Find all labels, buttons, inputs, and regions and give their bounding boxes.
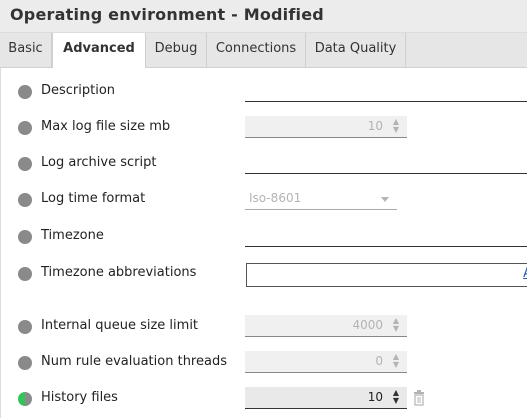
window-title: Operating environment - Modified <box>10 5 324 24</box>
timezone-label: Timezone <box>41 228 104 243</box>
log-time-format-label: Log time format <box>41 191 146 206</box>
trash-icon[interactable] <box>413 390 425 406</box>
tab-debug[interactable]: Debug <box>146 33 207 67</box>
status-indicator-icon <box>18 85 32 99</box>
description-label: Description <box>41 83 116 98</box>
internal-queue-size-limit-label: Internal queue size limit <box>41 318 199 333</box>
advanced-settings-panel: Description Max log file size mb 10 ▲ ▼ L… <box>0 68 527 418</box>
tab-connections[interactable]: Connections <box>207 33 306 67</box>
num-rule-evaluation-threads-label: Num rule evaluation threads <box>41 354 227 369</box>
row-max-log-file-size: Max log file size mb 10 ▲ ▼ <box>1 114 527 142</box>
status-indicator-icon <box>18 121 32 135</box>
row-num-rule-evaluation-threads: Num rule evaluation threads 0 ▲ ▼ <box>1 349 527 377</box>
row-history-files: History files 10 ▲ ▼ <box>1 385 527 413</box>
tab-basic[interactable]: Basic <box>0 33 52 67</box>
max-log-file-size-label: Max log file size mb <box>41 119 171 134</box>
log-time-format-select[interactable]: Iso-8601 <box>245 188 397 210</box>
status-indicator-icon <box>18 356 32 370</box>
internal-queue-size-limit-value: 4000 <box>352 318 383 332</box>
row-timezone: Timezone <box>1 223 527 251</box>
timezone-abbreviations-label: Timezone abbreviations <box>41 265 197 280</box>
spinner-arrows-icon[interactable]: ▲ ▼ <box>391 118 401 134</box>
spinner-arrows-icon[interactable]: ▲ ▼ <box>391 317 401 333</box>
spinner-arrows-icon[interactable]: ▲ ▼ <box>391 353 401 369</box>
status-indicator-icon <box>18 157 32 171</box>
timezone-abbreviations-input[interactable]: A <box>246 263 527 287</box>
max-log-file-size-input[interactable]: 10 ▲ ▼ <box>245 116 407 138</box>
internal-queue-size-limit-input[interactable]: 4000 ▲ ▼ <box>245 315 407 337</box>
chevron-down-icon <box>381 197 389 202</box>
max-log-file-size-value: 10 <box>367 119 383 133</box>
tab-data-quality[interactable]: Data Quality <box>306 33 406 67</box>
timezone-abbreviations-link[interactable]: A <box>523 266 527 281</box>
tab-bar: Basic Advanced Debug Connections Data Qu… <box>0 33 527 68</box>
history-files-value: 10 <box>367 390 383 404</box>
row-internal-queue-size-limit: Internal queue size limit 4000 ▲ ▼ <box>1 313 527 341</box>
history-files-label: History files <box>41 390 118 405</box>
history-files-input[interactable]: 10 ▲ ▼ <box>245 387 424 409</box>
title-bar: Operating environment - Modified <box>0 0 527 33</box>
spinner-arrows-icon[interactable]: ▲ ▼ <box>391 389 401 405</box>
row-timezone-abbreviations: Timezone abbreviations A <box>1 260 527 288</box>
row-log-archive-script: Log archive script <box>1 150 527 178</box>
modified-indicator-icon <box>18 392 32 406</box>
timezone-input[interactable] <box>245 225 527 247</box>
status-indicator-icon <box>18 267 32 281</box>
description-input[interactable] <box>245 80 527 102</box>
tab-advanced[interactable]: Advanced <box>52 33 146 68</box>
row-log-time-format: Log time format Iso-8601 <box>1 186 527 214</box>
log-archive-script-input[interactable] <box>245 152 527 174</box>
log-archive-script-label: Log archive script <box>41 155 157 170</box>
status-indicator-icon <box>18 193 32 207</box>
num-rule-evaluation-threads-input[interactable]: 0 ▲ ▼ <box>245 351 407 373</box>
num-rule-evaluation-threads-value: 0 <box>375 354 383 368</box>
log-time-format-value: Iso-8601 <box>249 191 302 205</box>
status-indicator-icon <box>18 320 32 334</box>
status-indicator-icon <box>18 230 32 244</box>
row-description: Description <box>1 78 527 106</box>
